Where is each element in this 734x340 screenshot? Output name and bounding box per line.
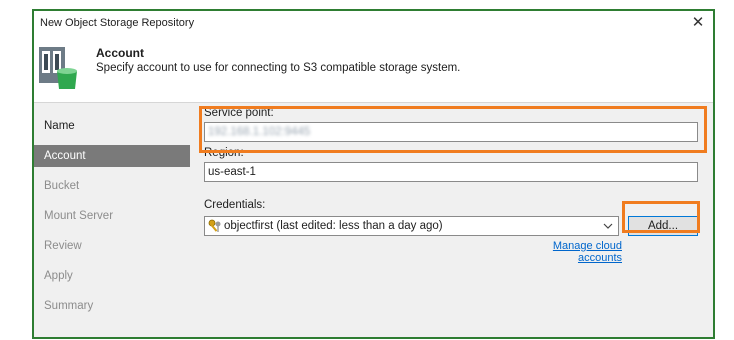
sidebar-item-summary[interactable]: Summary xyxy=(34,295,190,317)
sidebar-item-mount-server[interactable]: Mount Server xyxy=(34,205,190,227)
page-subtitle: Specify account to use for connecting to… xyxy=(96,62,461,74)
wizard-steps-sidebar: Name Account Bucket Mount Server Review … xyxy=(34,103,190,337)
service-point-input[interactable]: 192.168.1.102:9445 xyxy=(204,122,698,142)
sidebar-item-name[interactable]: Name xyxy=(34,115,190,137)
region-label: Region: xyxy=(204,147,244,159)
title-bar: New Object Storage Repository ✕ xyxy=(34,11,713,37)
object-storage-repository-icon xyxy=(39,47,77,89)
sidebar-item-apply[interactable]: Apply xyxy=(34,265,190,287)
close-icon[interactable]: ✕ xyxy=(687,13,709,35)
region-value: us-east-1 xyxy=(208,166,256,178)
credentials-dropdown[interactable]: objectfirst (last edited: less than a da… xyxy=(204,216,619,236)
region-input[interactable]: us-east-1 xyxy=(204,162,698,182)
sidebar-item-account[interactable]: Account xyxy=(34,145,190,167)
wizard-header: Account Specify account to use for conne… xyxy=(34,37,713,103)
manage-cloud-accounts-link[interactable]: Manage cloud accounts xyxy=(510,240,622,264)
dialog-window: New Object Storage Repository ✕ Account … xyxy=(32,9,715,339)
sidebar-item-review[interactable]: Review xyxy=(34,235,190,257)
page-title: Account xyxy=(96,46,144,60)
window-title: New Object Storage Repository xyxy=(40,17,195,29)
account-form: Service point: 192.168.1.102:9445 Region… xyxy=(190,103,713,337)
add-credentials-button[interactable]: Add... xyxy=(628,216,698,236)
credentials-label: Credentials: xyxy=(204,199,266,211)
sidebar-item-bucket[interactable]: Bucket xyxy=(34,175,190,197)
chevron-down-icon[interactable] xyxy=(601,217,615,235)
key-icon xyxy=(208,219,221,232)
service-point-value: 192.168.1.102:9445 xyxy=(208,126,311,138)
service-point-label: Service point: xyxy=(204,107,274,119)
credentials-selected-value: objectfirst (last edited: less than a da… xyxy=(224,220,443,232)
